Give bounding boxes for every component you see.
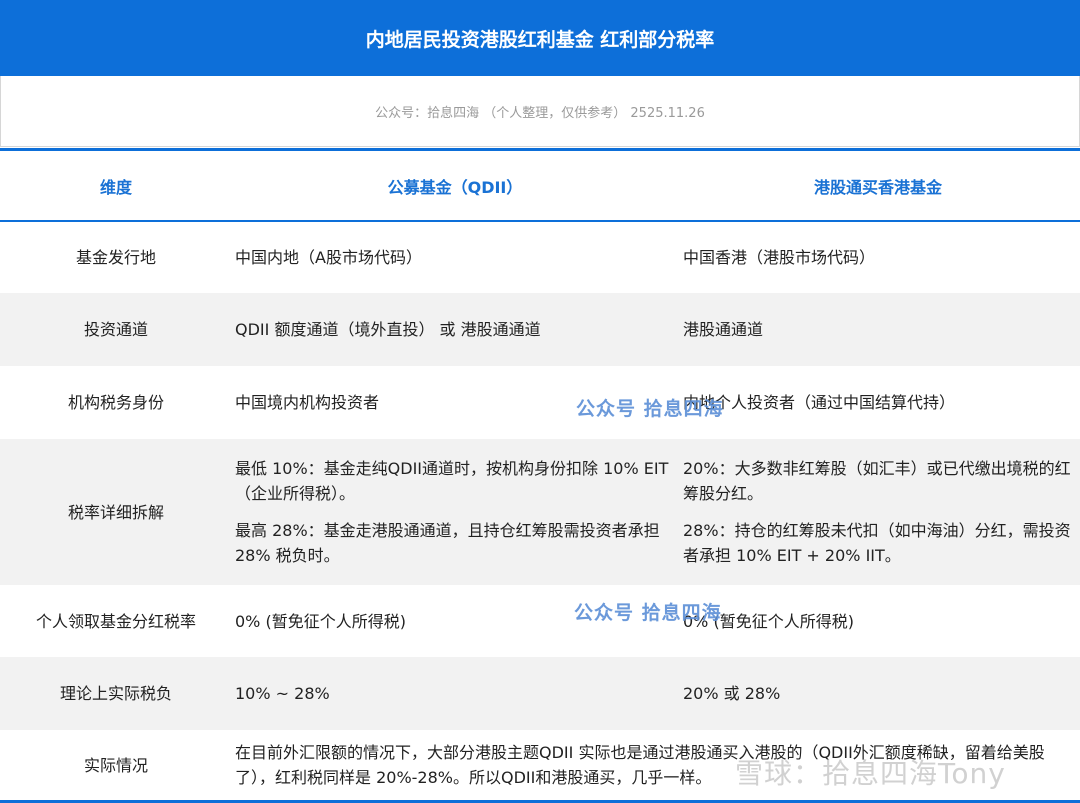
table-row: 机构税务身份 中国境内机构投资者 内地个人投资者（通过中国结算代持） xyxy=(0,366,1080,439)
row-dimension: 个人领取基金分红税率 xyxy=(35,611,196,631)
table-header-row: 维度 公募基金（QDII） 港股通买香港基金 xyxy=(0,151,1080,222)
row-qdii-value: 10% ~ 28% xyxy=(235,684,330,703)
row-dimension: 机构税务身份 xyxy=(67,393,164,412)
page-title: 内地居民投资港股红利基金 红利部分税率 xyxy=(0,0,1080,76)
row-qdii-value: 最低 10%：基金走纯QDII通道时，按机构身份扣除 10% EIT（企业所得税… xyxy=(235,439,675,585)
row-hk-value: 港股通通道 xyxy=(683,320,764,339)
row-dimension: 基金发行地 xyxy=(75,248,156,267)
header-qdii-fund: 公募基金（QDII） xyxy=(387,177,523,197)
row-hk-value: 20%：大多数非红筹股（如汇丰）或已代缴出境税的红筹股分红。 28%：持仓的红筹… xyxy=(683,439,1073,585)
row-hk-value: 0% (暂免征个人所得税) xyxy=(683,611,854,631)
hk-28-rate-text: 28%：持仓的红筹股未代扣（如中海油）分红，需投资者承担 10% EIT + 2… xyxy=(683,521,1071,565)
table-row: 投资通道 QDII 额度通道（境外直投） 或 港股通通道 港股通通道 xyxy=(0,293,1080,366)
row-hk-value: 内地个人投资者（通过中国结算代持） xyxy=(683,393,956,412)
row-qdii-value: QDII 额度通道（境外直投） 或 港股通通道 xyxy=(235,320,541,339)
row-dimension: 实际情况 xyxy=(83,755,148,775)
page-subtitle: 公众号：拾息四海 （个人整理，仅供参考） 2525.11.26 xyxy=(0,76,1080,147)
watermark-xueqiu: 雪球：拾息四海Tony xyxy=(735,757,1006,790)
row-dimension: 理论上实际税负 xyxy=(59,684,172,703)
row-qdii-value: 中国内地（A股市场代码） xyxy=(235,248,422,267)
header-dimension: 维度 xyxy=(99,177,132,197)
table-row: 基金发行地 中国内地（A股市场代码） 中国香港（港股市场代码） xyxy=(0,222,1080,293)
header-hk-connect-fund: 港股通买香港基金 xyxy=(813,177,942,197)
table-row: 理论上实际税负 10% ~ 28% 20% 或 28% xyxy=(0,657,1080,730)
row-dimension: 税率详细拆解 xyxy=(67,502,164,522)
watermark-wechat-2: 公众号 拾息四海 xyxy=(574,602,722,624)
table-row: 个人领取基金分红税率 0% (暂免征个人所得税) 0% (暂免征个人所得税) xyxy=(0,585,1080,657)
qdii-min-rate-text: 最低 10%：基金走纯QDII通道时，按机构身份扣除 10% EIT（企业所得税… xyxy=(235,459,669,503)
row-hk-value: 中国香港（港股市场代码） xyxy=(683,248,876,267)
table-row: 税率详细拆解 最低 10%：基金走纯QDII通道时，按机构身份扣除 10% EI… xyxy=(0,439,1080,585)
row-dimension: 投资通道 xyxy=(83,320,148,339)
watermark-wechat-1: 公众号 拾息四海 xyxy=(576,398,724,420)
row-hk-value: 20% 或 28% xyxy=(683,684,781,703)
hk-20-rate-text: 20%：大多数非红筹股（如汇丰）或已代缴出境税的红筹股分红。 xyxy=(683,459,1071,503)
qdii-max-rate-text: 最高 28%：基金走港股通通道，且持仓红筹股需投资者承担 28% 税负时。 xyxy=(235,521,660,565)
